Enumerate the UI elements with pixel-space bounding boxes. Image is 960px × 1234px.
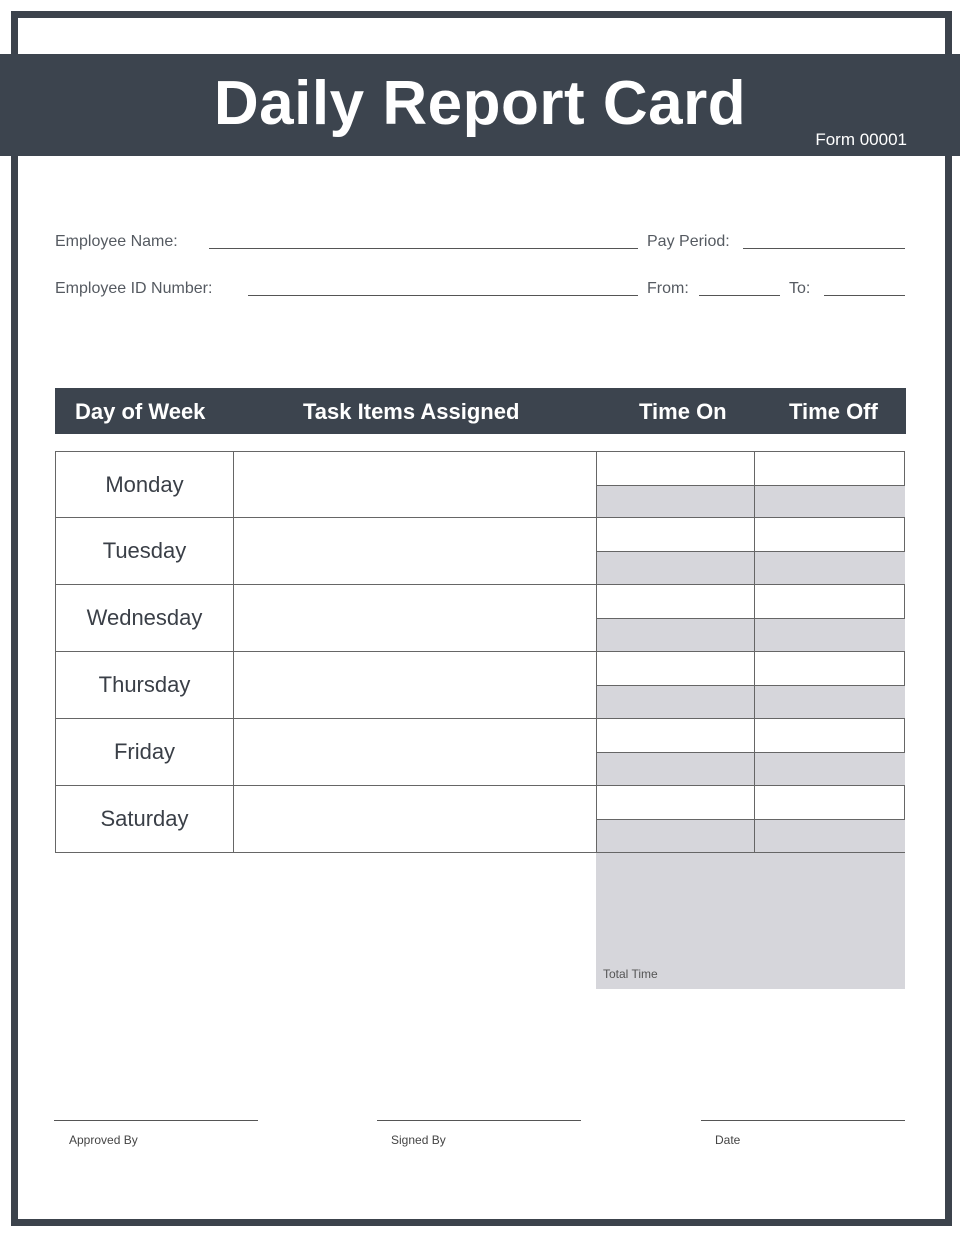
time-off-subtotal-cell[interactable]	[755, 618, 905, 651]
time-on-cell[interactable]	[597, 585, 755, 618]
report-table: Monday Tuesday Wednesday Thursday Friday	[55, 451, 905, 853]
time-off-cell[interactable]	[755, 585, 905, 618]
time-off-cell[interactable]	[755, 786, 905, 819]
day-cell: Wednesday	[56, 585, 234, 651]
from-field[interactable]	[699, 295, 780, 296]
time-on-subtotal-cell[interactable]	[597, 819, 755, 852]
signed-by-label: Signed By	[391, 1133, 446, 1147]
table-row: Tuesday	[55, 518, 905, 585]
task-cell[interactable]	[234, 652, 597, 718]
time-off-subtotal-cell[interactable]	[755, 551, 905, 584]
employee-name-label: Employee Name:	[55, 233, 178, 250]
column-header-time-off: Time Off	[789, 399, 878, 424]
time-on-cell[interactable]	[597, 786, 755, 819]
column-header-time-on: Time On	[639, 399, 727, 424]
date-line[interactable]	[701, 1120, 905, 1121]
time-on-subtotal-cell[interactable]	[597, 618, 755, 651]
column-header-day: Day of Week	[75, 399, 206, 424]
pay-period-label: Pay Period:	[647, 233, 730, 250]
task-cell[interactable]	[234, 786, 597, 852]
time-off-cell[interactable]	[755, 452, 905, 485]
time-off-subtotal-cell[interactable]	[755, 685, 905, 718]
time-on-subtotal-cell[interactable]	[597, 685, 755, 718]
time-off-cell[interactable]	[755, 719, 905, 752]
table-row: Wednesday	[55, 585, 905, 652]
pay-period-field[interactable]	[743, 248, 905, 249]
signed-by-line[interactable]	[377, 1120, 581, 1121]
employee-id-field[interactable]	[248, 295, 638, 296]
day-cell: Thursday	[56, 652, 234, 718]
page-title: Daily Report Card	[213, 69, 747, 138]
time-off-subtotal-cell[interactable]	[755, 484, 905, 517]
time-off-subtotal-cell[interactable]	[755, 819, 905, 852]
from-label: From:	[647, 280, 689, 297]
time-on-cell[interactable]	[597, 518, 755, 551]
approved-by-line[interactable]	[54, 1120, 258, 1121]
total-time-box[interactable]: Total Time	[596, 853, 905, 989]
time-on-cell[interactable]	[597, 452, 755, 485]
time-off-cell[interactable]	[755, 518, 905, 551]
task-cell[interactable]	[234, 719, 597, 785]
time-on-subtotal-cell[interactable]	[597, 752, 755, 785]
total-time-label: Total Time	[603, 967, 658, 981]
approved-by-label: Approved By	[69, 1133, 138, 1147]
table-row: Friday	[55, 719, 905, 786]
table-header: Day of Week Task Items Assigned Time On …	[55, 388, 906, 434]
form-number: Form 00001	[815, 130, 907, 149]
to-label: To:	[789, 280, 811, 297]
table-row: Saturday	[55, 786, 905, 853]
time-off-subtotal-cell[interactable]	[755, 752, 905, 785]
employee-id-label: Employee ID Number:	[55, 280, 213, 297]
task-cell[interactable]	[234, 452, 597, 517]
time-on-cell[interactable]	[597, 652, 755, 685]
task-cell[interactable]	[234, 518, 597, 584]
day-cell: Monday	[56, 452, 234, 517]
task-cell[interactable]	[234, 585, 597, 651]
employee-name-field[interactable]	[209, 248, 638, 249]
table-row: Thursday	[55, 652, 905, 719]
day-cell: Saturday	[56, 786, 234, 852]
day-cell: Friday	[56, 719, 234, 785]
to-field[interactable]	[824, 295, 905, 296]
date-label: Date	[715, 1133, 741, 1147]
table-row: Monday	[55, 451, 905, 518]
time-on-subtotal-cell[interactable]	[597, 484, 755, 517]
time-off-cell[interactable]	[755, 652, 905, 685]
time-on-subtotal-cell[interactable]	[597, 551, 755, 584]
time-on-cell[interactable]	[597, 719, 755, 752]
day-cell: Tuesday	[56, 518, 234, 584]
column-header-tasks: Task Items Assigned	[303, 399, 520, 424]
